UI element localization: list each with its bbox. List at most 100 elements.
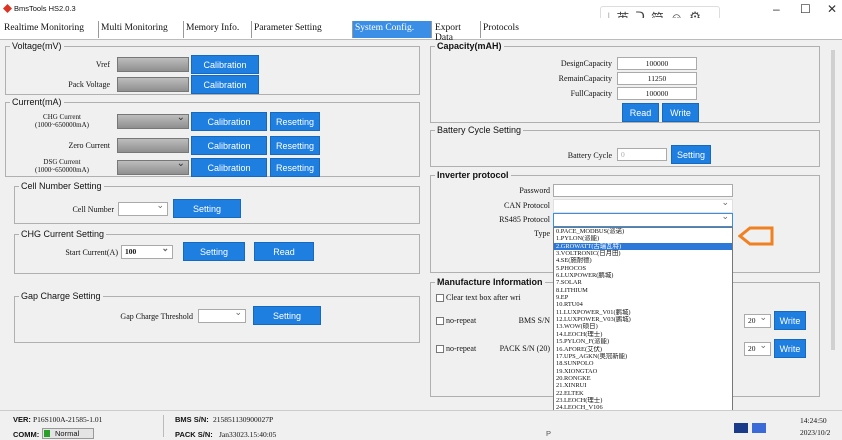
cell-number-setting-button[interactable]: Setting <box>173 199 241 218</box>
protocol-option[interactable]: 22.ELTEK <box>554 390 732 397</box>
manufacture-legend: Manufacture Information <box>437 277 543 287</box>
protocol-option[interactable]: 23.LEOCH(理士) <box>554 397 732 404</box>
battery-cycle-input[interactable]: 0 <box>617 148 667 161</box>
protocol-option[interactable]: 8.LITHIUM <box>554 287 732 294</box>
zero-current-input[interactable] <box>117 138 189 153</box>
cell-number-label: Cell Number <box>72 205 114 214</box>
tab-realtime-monitoring[interactable]: Realtime Monitoring <box>2 21 99 38</box>
pack-voltage-calibration-button[interactable]: Calibration <box>191 75 259 94</box>
app-window: BmsTools HS2.0.3 | 英 ᑐ 简 ☺ ⚙ – ☐ ✕ Realt… <box>0 0 842 440</box>
pack-sn-length-select[interactable]: 20 <box>744 340 771 356</box>
no-repeat-pack-checkbox[interactable] <box>436 345 444 353</box>
protocol-option[interactable]: 11.LUXPOWER_V01(鹏城) <box>554 309 732 316</box>
protocol-option[interactable]: 21.XINRUI <box>554 382 732 389</box>
bms-sn-label: BMS S/N <box>518 316 550 325</box>
protocol-option[interactable]: 14.LEOCH(理士) <box>554 331 732 338</box>
clear-textbox-checkbox[interactable] <box>436 294 444 302</box>
gap-charge-select[interactable] <box>198 307 246 323</box>
battery-cycle-legend: Battery Cycle Setting <box>437 125 522 135</box>
window-title: BmsTools HS2.0.3 <box>14 4 76 13</box>
pack-sn-write-button[interactable]: Write <box>774 339 806 358</box>
tab-parameter-setting[interactable]: Parameter Setting <box>252 21 353 38</box>
protocol-option[interactable]: 4.SE(施耐德) <box>554 257 732 264</box>
zero-resetting-button[interactable]: Resetting <box>270 136 320 155</box>
chg-current-label: CHG Current (1000~650000mA) <box>35 113 89 129</box>
title-bar: BmsTools HS2.0.3 | 英 ᑐ 简 ☺ ⚙ – ☐ ✕ <box>0 0 842 28</box>
protocol-option[interactable]: 5.PHOCOS <box>554 265 732 272</box>
protocol-option[interactable]: 17.UPS_AGKN(奥冠新能) <box>554 353 732 360</box>
chg-current-input[interactable] <box>117 112 189 129</box>
password-input[interactable] <box>553 184 733 197</box>
protocol-option[interactable]: 0.PACE_MODBUS(派诺) <box>554 228 732 235</box>
can-protocol-select[interactable] <box>553 197 733 213</box>
gap-charge-legend: Gap Charge Setting <box>21 291 101 301</box>
close-icon[interactable]: ✕ <box>827 2 837 16</box>
remain-capacity-label: RemainCapacity <box>558 74 612 83</box>
full-capacity-input[interactable]: 100000 <box>617 87 697 100</box>
chg-current-read-button[interactable]: Read <box>254 242 314 261</box>
scrollbar[interactable] <box>831 50 835 350</box>
uk-flag-icon[interactable] <box>734 423 748 433</box>
no-repeat-pack-label: no-repeat <box>446 344 477 353</box>
rs485-protocol-select[interactable] <box>553 211 733 227</box>
status-divider <box>163 415 164 437</box>
rs485-protocol-label: RS485 Protocol <box>499 215 550 224</box>
capacity-write-button[interactable]: Write <box>662 103 699 122</box>
bms-sn-write-button[interactable]: Write <box>774 311 806 330</box>
protocol-option[interactable]: 12.LUXPOWER_V03(鹏城) <box>554 316 732 323</box>
chg-calibration-button[interactable]: Calibration <box>191 112 267 131</box>
capacity-read-button[interactable]: Read <box>622 103 659 122</box>
clear-textbox-label: Clear text box after wri <box>446 293 521 302</box>
chg-current-setting-legend: CHG Current Setting <box>21 229 105 239</box>
protocol-option[interactable]: 18.SUNPOLO <box>554 360 732 367</box>
zero-calibration-button[interactable]: Calibration <box>191 136 267 155</box>
battery-cycle-label: Battery Cycle <box>567 151 612 160</box>
tab-multi-monitoring[interactable]: Multi Monitoring <box>99 21 184 38</box>
protocol-option[interactable]: 16.AFORE(艾伏) <box>554 346 732 353</box>
protocol-option[interactable]: 3.VOLTRONIC(日月田) <box>554 250 732 257</box>
bms-sn-status-value: 215851130900027P <box>213 415 274 424</box>
minimize-icon[interactable]: – <box>773 2 780 16</box>
tab-system-config[interactable]: System Config. <box>353 21 432 38</box>
design-capacity-label: DesignCapacity <box>560 59 612 68</box>
protocol-option[interactable]: 20.RONGKE <box>554 375 732 382</box>
protocol-option[interactable]: 1.PYLON(派能) <box>554 235 732 242</box>
inverter-legend: Inverter protocol <box>437 170 509 180</box>
protocol-option[interactable]: 10.RTU04 <box>554 301 732 308</box>
remain-capacity-input[interactable]: 11250 <box>617 72 697 85</box>
tab-protocols[interactable]: Protocols <box>481 21 541 38</box>
vref-calibration-button[interactable]: Calibration <box>191 55 259 74</box>
start-current-select[interactable]: 100 <box>121 243 173 259</box>
pack-voltage-label: Pack Voltage <box>68 80 110 89</box>
gap-charge-setting-button[interactable]: Setting <box>253 306 321 325</box>
tab-memory-info[interactable]: Memory Info. <box>184 21 252 38</box>
language-flag-icon[interactable] <box>752 423 766 433</box>
protocol-option[interactable]: 2.GROWATT(古瑞瓦特) <box>554 242 732 251</box>
dsg-resetting-button[interactable]: Resetting <box>270 158 320 177</box>
protocol-option[interactable]: 9.EP <box>554 294 732 301</box>
gap-charge-label: Gap Charge Threshold <box>120 312 193 321</box>
chg-resetting-button[interactable]: Resetting <box>270 112 320 131</box>
vref-input[interactable] <box>117 57 189 72</box>
bms-sn-length-select[interactable]: 20 <box>744 312 771 328</box>
clock-time: 14:24:50 <box>800 416 827 425</box>
protocol-option[interactable]: 6.LUXPOWER(鹏城) <box>554 272 732 279</box>
tab-export-data[interactable]: Export Data <box>433 21 481 43</box>
protocol-option[interactable]: 19.XIONGTAO <box>554 368 732 375</box>
pack-sn-status-label: PACK S/N: <box>175 430 213 439</box>
protocol-option[interactable]: 15.PYLON_F(派能) <box>554 338 732 345</box>
dsg-current-input[interactable] <box>117 158 189 175</box>
battery-cycle-setting-button[interactable]: Setting <box>671 145 711 164</box>
protocol-option[interactable]: 7.SOLAR <box>554 279 732 286</box>
dsg-calibration-button[interactable]: Calibration <box>191 158 267 177</box>
maximize-icon[interactable]: ☐ <box>800 2 811 16</box>
pc-label: P <box>546 429 552 438</box>
no-repeat-bms-checkbox[interactable] <box>436 317 444 325</box>
cell-number-select[interactable] <box>118 200 168 216</box>
rs485-protocol-dropdown[interactable]: 0.PACE_MODBUS(派诺) 1.PYLON(派能) 2.GROWATT(古瑞… <box>553 227 733 440</box>
chg-current-setting-button[interactable]: Setting <box>183 242 245 261</box>
protocol-option[interactable]: 13.WOW(硕日) <box>554 323 732 330</box>
pack-voltage-input[interactable] <box>117 77 189 92</box>
design-capacity-input[interactable]: 100000 <box>617 57 697 70</box>
full-capacity-label: FullCapacity <box>570 89 612 98</box>
